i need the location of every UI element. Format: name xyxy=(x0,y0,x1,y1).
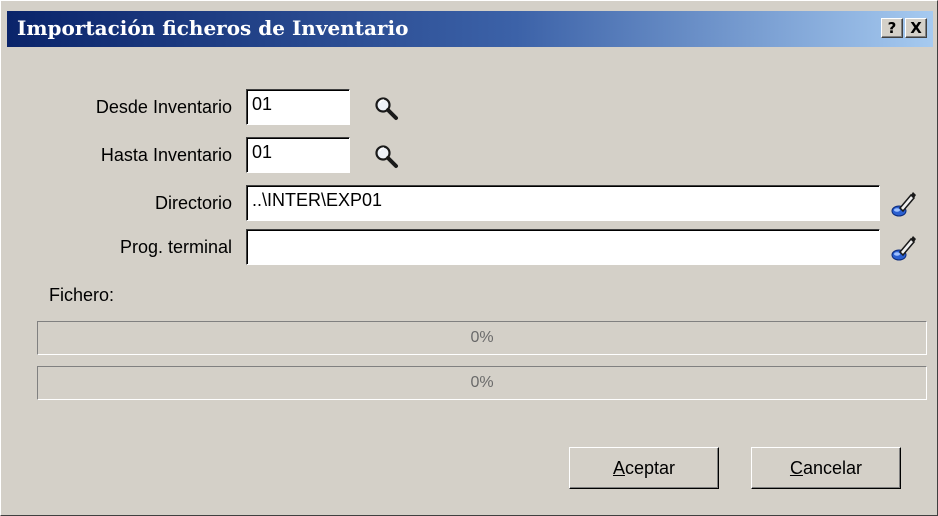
directorio-input[interactable]: ..\INTER\EXP01 xyxy=(246,185,880,221)
cancelar-label: ancelar xyxy=(802,458,863,478)
desde-inventario-input[interactable]: 01 xyxy=(246,89,350,125)
dialog-window: Importación ficheros de Inventario ? X D… xyxy=(0,0,938,516)
search-icon[interactable] xyxy=(373,143,401,171)
edit-browse-icon[interactable] xyxy=(889,233,917,263)
close-button[interactable]: X xyxy=(905,18,927,38)
aceptar-label: ceptar xyxy=(624,458,676,478)
title-bar[interactable]: Importación ficheros de Inventario ? X xyxy=(7,11,933,47)
desde-inventario-label: Desde Inventario xyxy=(95,97,232,117)
prog-terminal-label: Prog. terminal xyxy=(119,237,232,257)
aceptar-accelerator: A xyxy=(612,458,625,478)
window-title: Importación ficheros de Inventario xyxy=(17,16,409,40)
directorio-label: Directorio xyxy=(154,193,232,213)
fichero-label: Fichero: xyxy=(49,285,115,305)
prog-terminal-input[interactable] xyxy=(246,229,880,265)
search-icon[interactable] xyxy=(373,95,401,123)
help-button[interactable]: ? xyxy=(881,18,903,38)
file-progress-bar: 0% xyxy=(37,321,927,355)
hasta-inventario-input[interactable]: 01 xyxy=(246,137,350,173)
cancelar-accelerator: C xyxy=(789,458,803,478)
edit-browse-icon[interactable] xyxy=(889,189,917,219)
cancelar-button[interactable]: Cancelar xyxy=(751,447,901,489)
total-progress-bar: 0% xyxy=(37,366,927,400)
hasta-inventario-label: Hasta Inventario xyxy=(100,145,232,165)
aceptar-button[interactable]: Aceptar xyxy=(569,447,719,489)
